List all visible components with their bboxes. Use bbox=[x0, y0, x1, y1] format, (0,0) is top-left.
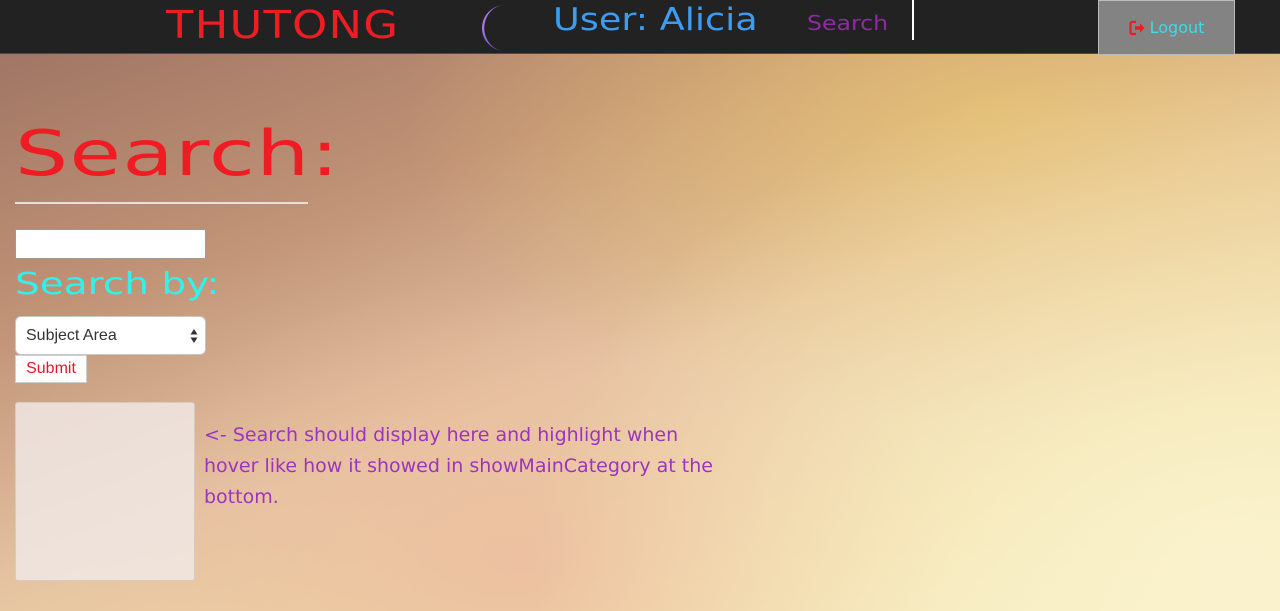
developer-note: <- Search should display here and highli… bbox=[204, 424, 713, 508]
page-title: Search: bbox=[15, 117, 341, 190]
sign-out-icon bbox=[1129, 20, 1145, 35]
select-selected-value: Subject Area bbox=[26, 326, 117, 344]
logout-label: Logout bbox=[1149, 18, 1205, 37]
select-arrows-icon bbox=[190, 329, 198, 343]
title-divider bbox=[15, 202, 308, 204]
brand-title[interactable]: THUTONG bbox=[166, 2, 399, 48]
crescent-logo-icon bbox=[482, 5, 505, 51]
search-input[interactable] bbox=[15, 229, 206, 259]
submit-button[interactable]: Submit bbox=[15, 355, 87, 383]
nav-search-link[interactable]: Search bbox=[807, 10, 888, 36]
search-by-select[interactable]: Subject Area bbox=[15, 316, 206, 355]
logout-button[interactable]: Logout bbox=[1098, 0, 1235, 55]
search-results-panel bbox=[15, 402, 195, 581]
top-navbar: THUTONG User: Alicia Search Logout bbox=[0, 0, 1280, 55]
text-cursor bbox=[912, 0, 914, 40]
current-user-label: User: Alicia bbox=[553, 2, 758, 38]
search-by-label: Search by: bbox=[15, 267, 220, 302]
